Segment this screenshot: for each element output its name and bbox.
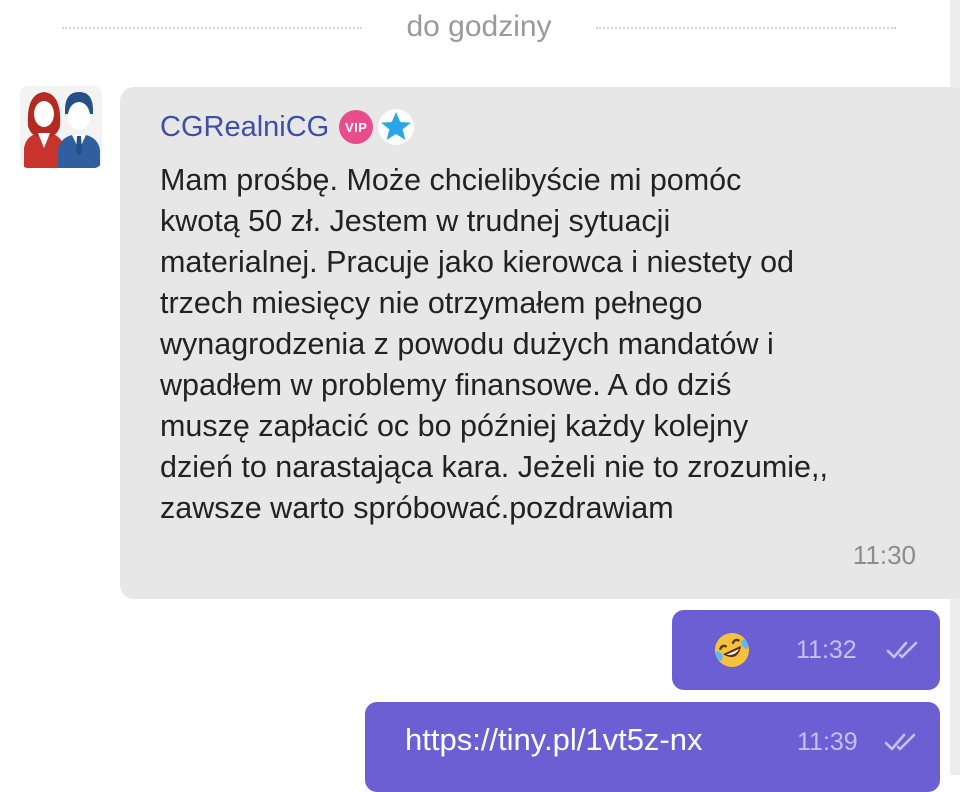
double-check-icon xyxy=(884,733,916,751)
vip-badge-icon: VIP xyxy=(339,110,374,144)
sender-row: CGRealniCG VIP xyxy=(160,107,415,147)
outgoing-message-bubble-2[interactable]: https://tiny.pl/1vt5z-nx 11:39 xyxy=(365,702,940,792)
incoming-message-bubble[interactable]: CGRealniCG VIP Mam prośbę. Może chcielib… xyxy=(120,87,960,599)
outgoing-message-bubble-1[interactable]: 11:32 xyxy=(672,610,940,690)
outgoing-message-time: 11:39 xyxy=(797,728,858,756)
outgoing-message-time: 11:32 xyxy=(796,636,857,664)
date-separator-line-right xyxy=(596,27,896,29)
couple-avatar-icon[interactable] xyxy=(20,86,102,168)
rolling-on-floor-laughing-emoji-icon xyxy=(715,633,749,667)
incoming-message-text: Mam prośbę. Może chcielibyście mi pomóc … xyxy=(160,163,828,525)
message-link[interactable]: https://tiny.pl/1vt5z-nx xyxy=(405,722,703,758)
sender-name[interactable]: CGRealniCG xyxy=(160,111,329,144)
incoming-message-time: 11:30 xyxy=(852,540,916,570)
double-check-icon xyxy=(886,641,918,659)
blue-star-icon xyxy=(378,109,415,145)
date-separator: do godziny xyxy=(0,8,948,44)
